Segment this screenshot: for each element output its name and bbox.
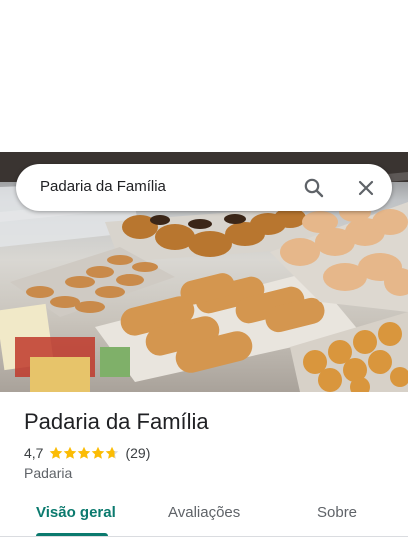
place-category[interactable]: Padaria — [24, 465, 72, 481]
review-count[interactable]: (29) — [125, 445, 150, 461]
star-icon — [50, 446, 63, 459]
tab-overview[interactable]: Visão geral — [36, 504, 116, 521]
search-input[interactable]: Padaria da Família — [40, 178, 166, 195]
tabs-divider — [0, 536, 408, 537]
rating-value: 4,7 — [24, 445, 44, 461]
rating-row[interactable]: 4,7 (29) — [24, 444, 150, 462]
tab-about[interactable]: Sobre — [317, 504, 357, 521]
star-icon — [78, 446, 91, 459]
map-area-blank — [0, 0, 408, 152]
close-icon[interactable] — [354, 176, 378, 200]
place-title: Padaria da Família — [24, 409, 209, 434]
tab-reviews[interactable]: Avaliações — [168, 504, 240, 521]
star-rating — [49, 446, 119, 460]
search-bar[interactable]: Padaria da Família — [16, 164, 392, 211]
star-icon — [92, 446, 105, 459]
search-icon[interactable] — [302, 176, 326, 200]
star-icon — [106, 446, 119, 459]
star-icon — [64, 446, 77, 459]
